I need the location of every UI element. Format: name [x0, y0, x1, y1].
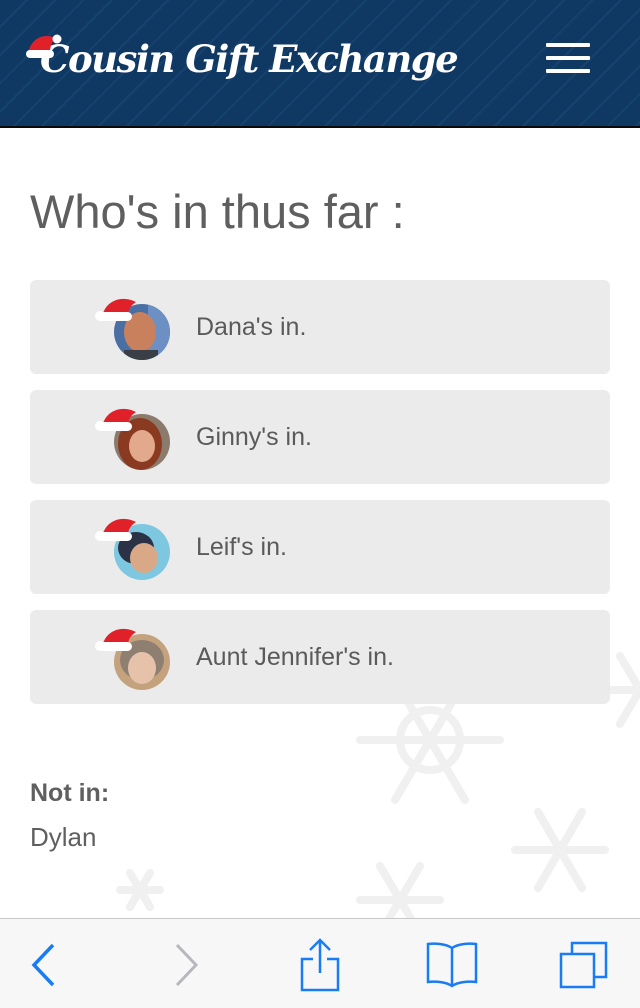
share-button[interactable]: [290, 937, 350, 993]
santa-hat-icon: [95, 408, 136, 431]
not-in-heading: Not in:: [30, 779, 110, 807]
avatar: [92, 512, 172, 582]
avatar: [92, 292, 172, 362]
participant-label: Ginny's in.: [196, 423, 312, 451]
forward-button[interactable]: [156, 937, 216, 993]
bookmarks-button[interactable]: [422, 937, 482, 993]
page-title: Who's in thus far :: [30, 185, 405, 238]
santa-hat-icon: [95, 628, 136, 651]
chevron-right-icon: [175, 943, 199, 987]
tabs-icon: [559, 941, 608, 989]
avatar: [92, 402, 172, 472]
participant-row: Ginny's in.: [30, 390, 610, 484]
menu-bar: [546, 69, 590, 73]
participant-row: Aunt Jennifer's in.: [30, 610, 610, 704]
avatar: [92, 622, 172, 692]
santa-hat-icon: [95, 298, 136, 321]
chevron-left-icon: [31, 943, 55, 987]
browser-toolbar: [0, 918, 640, 1008]
santa-hat-icon: [26, 34, 62, 58]
participant-list: Dana's in. Ginny's in. Leif's in. Aunt J…: [30, 280, 610, 720]
tabs-button[interactable]: [554, 937, 614, 993]
participant-label: Aunt Jennifer's in.: [196, 643, 394, 671]
participant-label: Leif's in.: [196, 533, 287, 561]
site-logo[interactable]: Cousin Gift Exchange: [26, 34, 459, 84]
participant-row: Dana's in.: [30, 280, 610, 374]
participant-label: Dana's in.: [196, 313, 307, 341]
hamburger-menu-icon[interactable]: [540, 38, 596, 78]
app-title: Cousin Gift Exchange: [40, 37, 459, 81]
book-icon: [426, 942, 478, 988]
not-in-name: Dylan: [30, 822, 97, 852]
site-header: Cousin Gift Exchange: [0, 0, 640, 128]
back-button[interactable]: [14, 937, 74, 993]
menu-bar: [546, 56, 590, 60]
santa-hat-icon: [95, 518, 136, 541]
menu-bar: [546, 43, 590, 47]
share-icon: [300, 938, 340, 992]
participant-row: Leif's in.: [30, 500, 610, 594]
